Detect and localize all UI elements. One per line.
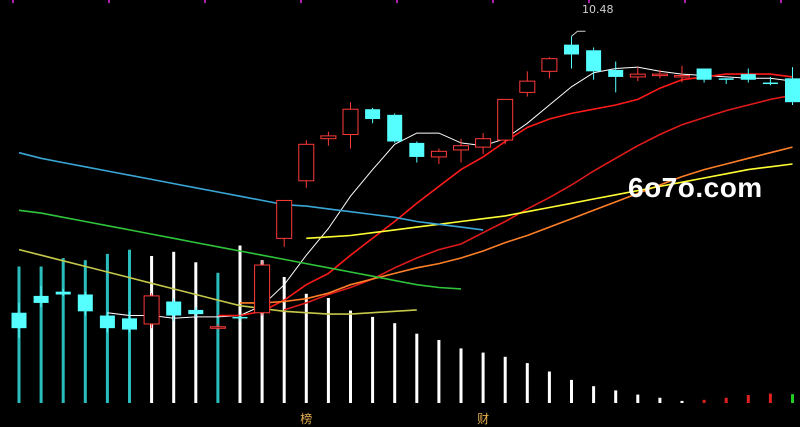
candle-down xyxy=(696,68,712,80)
candle-down xyxy=(608,69,624,77)
ma_long_a-line xyxy=(18,151,484,231)
signal-marker: 榜 xyxy=(300,412,313,426)
candle-up xyxy=(629,73,646,78)
top-tick xyxy=(492,0,494,3)
candle-down xyxy=(122,318,137,330)
indicator-bar xyxy=(150,256,154,403)
indicator-bar xyxy=(636,394,640,403)
ma30-line xyxy=(240,146,793,304)
indicator-bar xyxy=(746,395,750,403)
top-tick xyxy=(780,0,782,3)
indicator-bar xyxy=(304,293,308,403)
indicator-bar xyxy=(658,397,662,403)
signal-marker: 财 xyxy=(477,412,490,426)
candle-up xyxy=(320,135,337,140)
indicator-bar xyxy=(437,340,441,403)
indicator-bar xyxy=(547,371,551,403)
indicator-bar xyxy=(371,316,375,403)
indicator-bar xyxy=(459,348,463,403)
candle-up xyxy=(497,98,514,141)
candle-down xyxy=(740,74,756,80)
indicator-bar xyxy=(503,356,507,403)
indicator-bar xyxy=(282,277,286,403)
candle-up xyxy=(541,58,558,72)
indicator-bar xyxy=(415,333,419,403)
indicator-bar xyxy=(238,245,242,403)
candle-down xyxy=(188,309,204,315)
indicator-bar xyxy=(172,251,176,403)
candle-up xyxy=(143,295,160,325)
indicator-bar xyxy=(194,262,198,403)
indicator-bar xyxy=(702,399,706,403)
indicator-bar xyxy=(570,379,573,403)
indicator-bar xyxy=(83,260,87,403)
indicator-bar xyxy=(525,363,529,403)
top-tick xyxy=(12,0,14,3)
candle-down xyxy=(166,301,182,316)
top-tick xyxy=(108,0,110,3)
candle-up xyxy=(674,75,690,78)
candle-down xyxy=(365,109,381,120)
top-tick xyxy=(396,0,398,3)
candle-up xyxy=(519,80,536,93)
candle-down xyxy=(99,315,115,329)
candle-down xyxy=(33,295,49,303)
candle-down xyxy=(77,294,93,312)
candle-up xyxy=(342,108,359,135)
indicator-bar xyxy=(791,394,794,403)
stock-chart xyxy=(11,0,800,403)
candle-down xyxy=(232,316,248,319)
candle-down xyxy=(55,291,71,295)
candle-down xyxy=(785,78,800,103)
candle-down xyxy=(586,50,602,72)
candle-down xyxy=(564,44,579,55)
top-tick xyxy=(300,0,302,3)
candle-up xyxy=(209,326,226,329)
indicator-bar xyxy=(216,272,220,403)
candle-up xyxy=(453,145,469,151)
indicator-bar xyxy=(724,397,728,403)
candle-up xyxy=(430,150,447,158)
candle-up xyxy=(475,138,492,148)
indicator-bar xyxy=(61,258,65,403)
indicator-bar xyxy=(393,323,397,403)
candle-down xyxy=(718,78,734,80)
candle-up xyxy=(254,264,271,314)
top-tick xyxy=(684,0,686,3)
candle-up xyxy=(276,199,293,239)
indicator-bar xyxy=(614,390,618,403)
candle-down xyxy=(762,82,778,85)
candle-down xyxy=(11,312,27,329)
candle-up xyxy=(298,143,315,182)
top-tick xyxy=(204,0,206,3)
indicator-bar xyxy=(768,393,772,403)
indicator-bar xyxy=(592,386,596,403)
indicator-bar xyxy=(349,310,352,403)
candle-down xyxy=(409,142,425,157)
candle-down xyxy=(387,114,403,142)
indicator-bar xyxy=(481,352,485,403)
max-price-pointer xyxy=(571,30,586,37)
max-price-label: 10.48 xyxy=(582,3,614,16)
candle-up xyxy=(651,73,668,77)
watermark-logo: 6o7o.com xyxy=(628,172,763,203)
indicator-bar xyxy=(680,400,684,403)
